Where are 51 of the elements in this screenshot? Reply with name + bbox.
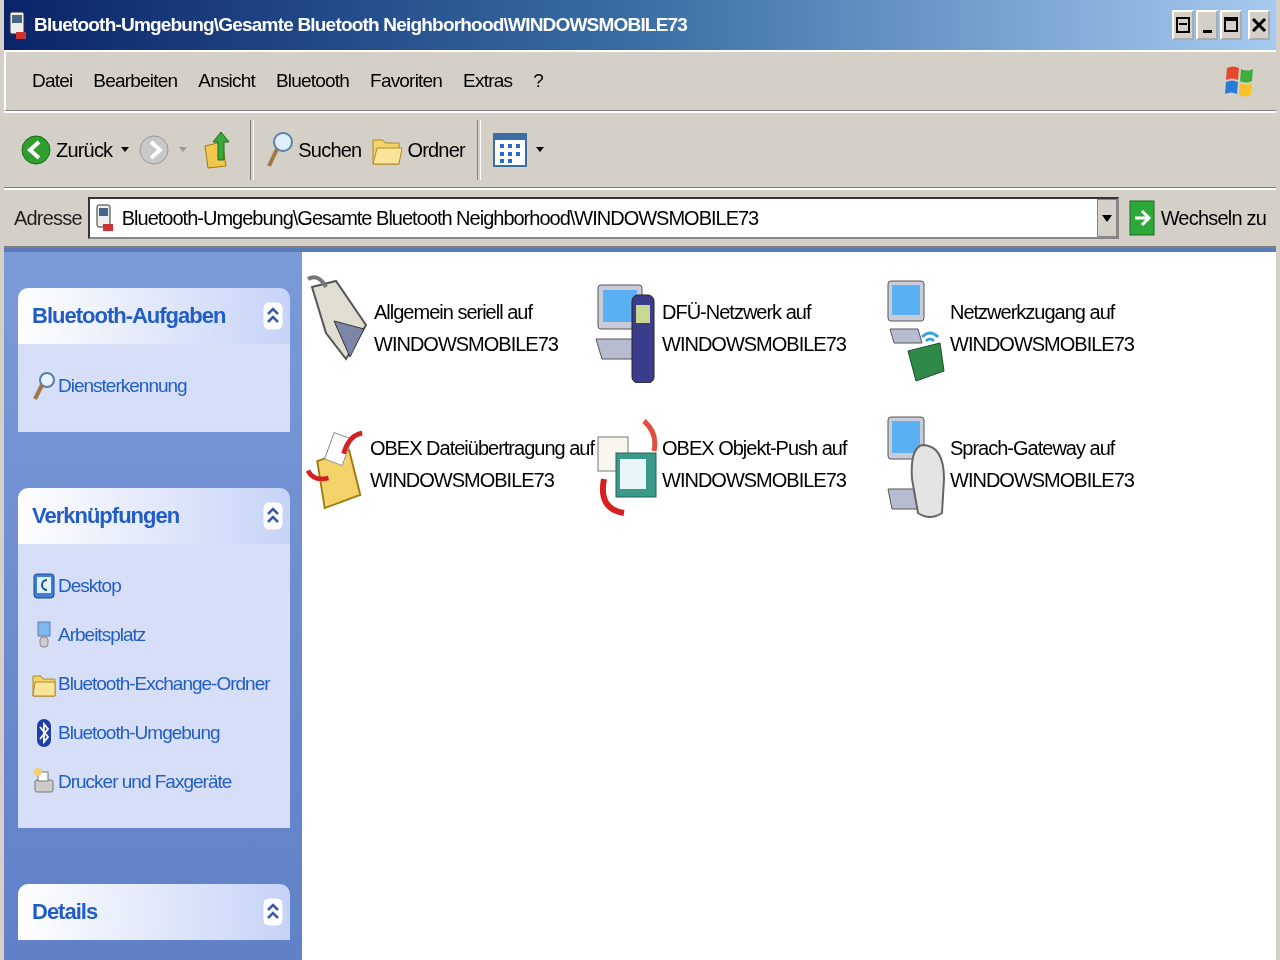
menu-item[interactable]: Favoriten bbox=[370, 70, 443, 92]
task-link[interactable]: Desktop bbox=[58, 575, 121, 597]
task-link[interactable]: Arbeitsplatz bbox=[58, 624, 146, 646]
close-button[interactable] bbox=[1248, 10, 1270, 40]
dropdown-icon[interactable] bbox=[1096, 199, 1117, 237]
device-icon bbox=[8, 10, 28, 40]
magnifier-icon[interactable] bbox=[32, 370, 56, 402]
panel-header[interactable]: Details bbox=[18, 884, 290, 940]
extra-window-button[interactable] bbox=[1172, 10, 1194, 40]
search-icon bbox=[266, 130, 295, 170]
collapse-chevron-icon[interactable] bbox=[262, 301, 284, 331]
views-button[interactable] bbox=[490, 133, 529, 167]
views-icon bbox=[492, 133, 527, 167]
minimize-icon bbox=[1202, 29, 1212, 33]
service-label[interactable]: DFÜ-Netzwerk auf WINDOWSMOBILE73 bbox=[662, 296, 846, 360]
caret-icon[interactable] bbox=[534, 146, 545, 154]
maximize-icon bbox=[1223, 16, 1239, 34]
menu-item[interactable]: ? bbox=[533, 70, 543, 92]
menu-item[interactable]: Extras bbox=[463, 70, 513, 92]
device-icon bbox=[93, 203, 116, 233]
service-label[interactable]: OBEX Objekt-Push auf WINDOWSMOBILE73 bbox=[662, 432, 847, 496]
panel-header[interactable]: Verknüpfungen bbox=[18, 488, 290, 544]
service-label[interactable]: OBEX Dateiübertragung auf WINDOWSMOBILE73 bbox=[369, 432, 594, 496]
panel-header[interactable]: Bluetooth-Aufgaben bbox=[18, 288, 290, 344]
caret-icon[interactable] bbox=[120, 146, 131, 154]
desktop-icon[interactable] bbox=[32, 570, 56, 602]
task-link[interactable]: Drucker und Faxgeräte bbox=[58, 771, 232, 793]
document-icon bbox=[1175, 16, 1191, 34]
go-button[interactable]: Wechseln zu bbox=[1124, 199, 1270, 237]
collapse-chevron-icon[interactable] bbox=[262, 501, 284, 531]
menu-item[interactable]: Bluetooth bbox=[276, 70, 350, 92]
address-label: Adresse bbox=[14, 206, 82, 230]
window-title: Bluetooth-Umgebung\Gesamte Bluetooth Neighborhood\WINDOWSMOBILE73 bbox=[34, 14, 689, 36]
task-link[interactable]: Bluetooth-Umgebung bbox=[58, 722, 220, 744]
up-folder-icon[interactable] bbox=[202, 130, 233, 170]
search-button[interactable]: Suchen bbox=[264, 130, 364, 170]
menu-item[interactable]: Bearbeiten bbox=[93, 70, 178, 92]
folders-button[interactable]: Ordner bbox=[369, 132, 467, 168]
maximize-button[interactable] bbox=[1220, 10, 1242, 40]
service-label[interactable]: Netzwerkzugang auf WINDOWSMOBILE73 bbox=[950, 296, 1134, 360]
menu-item[interactable]: Datei bbox=[32, 70, 73, 92]
minimize-button[interactable] bbox=[1196, 10, 1218, 40]
service-label[interactable]: Allgemein seriell auf WINDOWSMOBILE73 bbox=[374, 296, 558, 360]
task-link[interactable]: Diensterkennung bbox=[58, 375, 187, 397]
address-field[interactable]: Bluetooth-Umgebung\Gesamte Bluetooth Neighborhood\WINDOWSMOBILE73 bbox=[87, 197, 1119, 239]
menu-item[interactable]: Ansicht bbox=[198, 70, 255, 92]
collapse-chevron-icon[interactable] bbox=[262, 897, 284, 927]
task-link[interactable]: Bluetooth-Exchange-Ordner bbox=[58, 673, 270, 695]
back-button[interactable]: Zurück bbox=[18, 134, 115, 166]
close-icon bbox=[1251, 16, 1267, 34]
service-label[interactable]: Sprach-Gateway auf WINDOWSMOBILE73 bbox=[950, 432, 1134, 496]
